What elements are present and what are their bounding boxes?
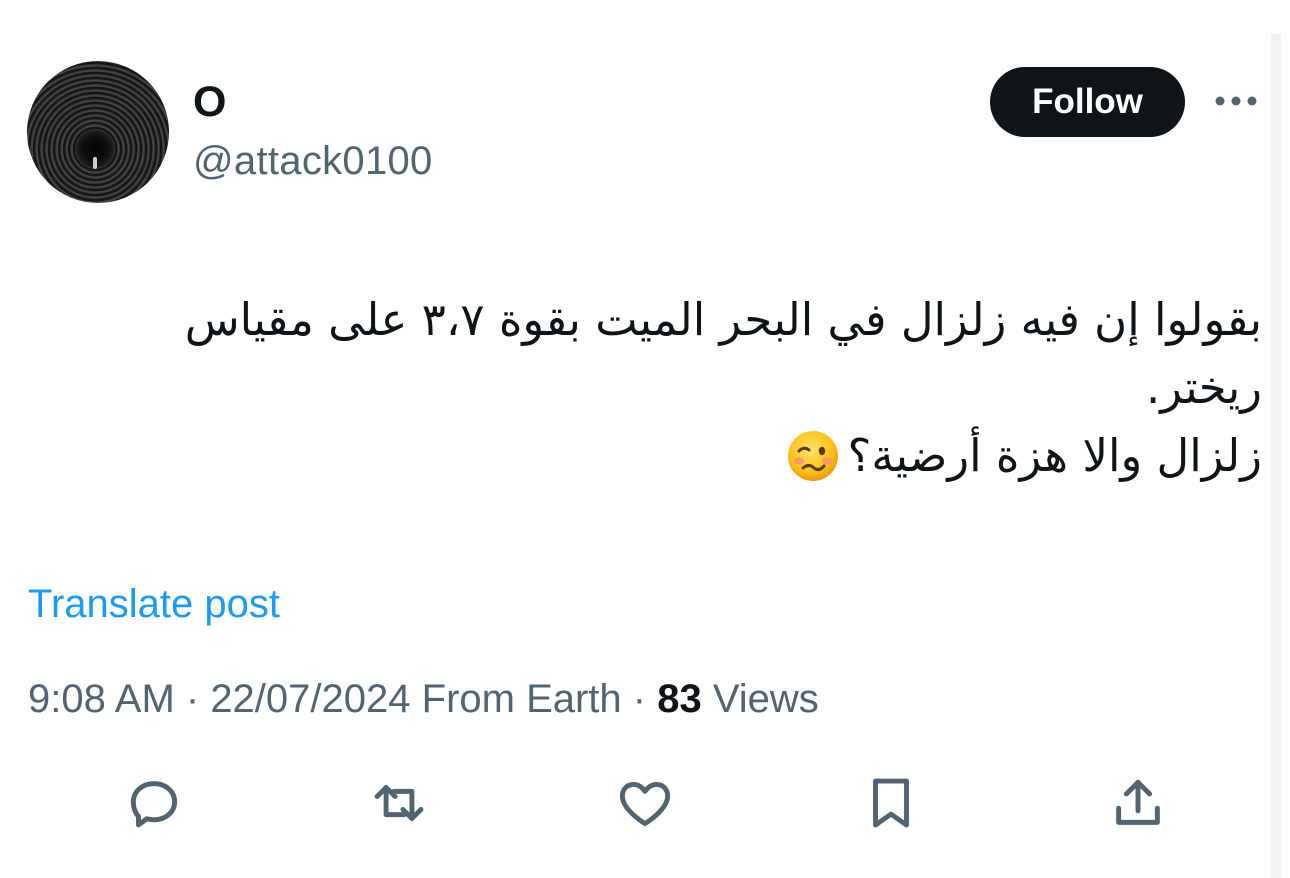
more-options-button[interactable] bbox=[1211, 88, 1261, 114]
avatar[interactable] bbox=[27, 61, 169, 203]
tweet-line-1: بقولوا إن فيه زلزال في البحر الميت بقوة … bbox=[184, 293, 1262, 346]
translate-post-link[interactable]: Translate post bbox=[28, 580, 280, 628]
woozy-face-emoji-icon bbox=[787, 431, 838, 481]
tweet-line-2: ريختر. bbox=[1145, 361, 1262, 414]
like-button[interactable] bbox=[612, 770, 678, 836]
follow-button[interactable]: Follow bbox=[990, 67, 1185, 137]
share-icon bbox=[1116, 779, 1160, 825]
author-display-name[interactable]: O bbox=[193, 78, 226, 126]
tweet-line-3-wrap: زلزال والا هزة أرضية؟ bbox=[100, 422, 1262, 490]
bookmark-icon bbox=[873, 778, 909, 828]
tweet-line-3: زلزال والا هزة أرضية؟ bbox=[847, 429, 1262, 482]
tweet-date[interactable]: 22/07/2024 bbox=[210, 677, 410, 721]
tweet-source: From Earth bbox=[410, 677, 622, 721]
tweet-meta: 9:08 AM · 22/07/2024 From Earth · 83 Vie… bbox=[28, 675, 819, 723]
scrollbar-track[interactable] bbox=[1271, 34, 1281, 878]
bookmark-button[interactable] bbox=[858, 770, 924, 836]
meta-separator: · bbox=[621, 677, 658, 721]
repost-button[interactable] bbox=[366, 770, 432, 836]
tweet-detail-page: O @attack0100 Follow بقولوا إن فيه زلزال… bbox=[0, 0, 1290, 878]
repost-icon bbox=[374, 785, 424, 821]
author-handle[interactable]: @attack0100 bbox=[193, 137, 433, 185]
tweet-time[interactable]: 9:08 AM bbox=[28, 677, 175, 721]
reply-icon bbox=[130, 781, 178, 828]
tweet-text: بقولوا إن فيه زلزال في البحر الميت بقوة … bbox=[100, 286, 1262, 490]
share-button[interactable] bbox=[1105, 770, 1171, 836]
reply-button[interactable] bbox=[121, 770, 187, 836]
avatar-figure bbox=[93, 157, 97, 169]
heart-icon bbox=[619, 781, 671, 827]
views-count[interactable]: 83 bbox=[657, 677, 702, 721]
more-icon bbox=[1215, 96, 1257, 106]
views-label[interactable]: Views bbox=[702, 677, 819, 721]
meta-separator: · bbox=[174, 677, 211, 721]
